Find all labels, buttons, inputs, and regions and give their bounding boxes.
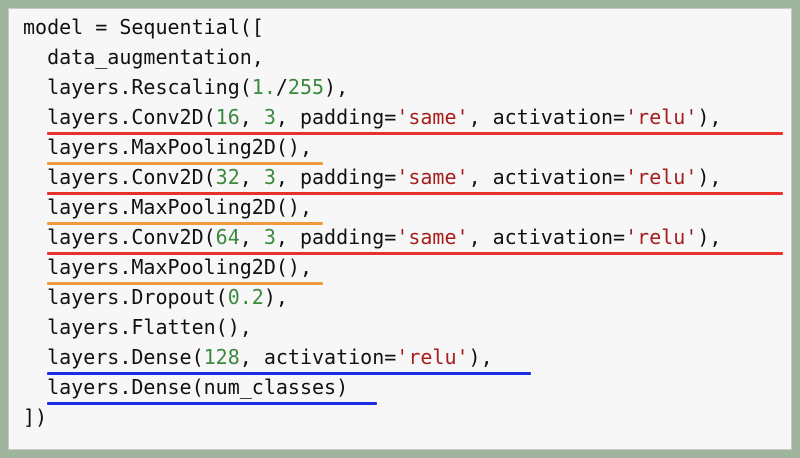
code-text: , padding=	[275, 225, 397, 249]
code-text: ),	[697, 225, 722, 249]
code-line-5: layers.MaxPooling2D(),	[23, 133, 312, 161]
code-text: , activation=	[468, 105, 626, 129]
code-text: , activation=	[468, 165, 626, 189]
code-text: , padding=	[275, 105, 397, 129]
code-text: ),	[468, 345, 493, 369]
code-text: layers.MaxPooling2D(),	[23, 255, 312, 279]
code-line-4: layers.Conv2D(16, 3, padding='same', act…	[23, 103, 721, 131]
code-text: ),	[324, 75, 349, 99]
code-text: , padding=	[275, 165, 397, 189]
code-text: ,	[239, 105, 264, 129]
code-text: layers.MaxPooling2D(),	[23, 195, 312, 219]
code-line-11: layers.Flatten(),	[23, 313, 252, 341]
code-text: model = Sequential([	[23, 15, 264, 39]
code-text: ),	[263, 285, 288, 309]
code-line-12: layers.Dense(128, activation='relu'),	[23, 343, 493, 371]
code-text: layers.Rescaling(	[23, 75, 252, 99]
code-line-9: layers.MaxPooling2D(),	[23, 253, 312, 281]
string-literal: 'relu'	[625, 165, 698, 189]
number-literal: 64	[215, 225, 240, 249]
dense-underline	[47, 402, 377, 405]
code-text: layers.Dropout(	[23, 285, 228, 309]
string-literal: 'same'	[396, 225, 469, 249]
code-text: layers.Conv2D(	[23, 225, 216, 249]
string-literal: 'relu'	[625, 225, 698, 249]
code-text: layers.MaxPooling2D(),	[23, 135, 312, 159]
string-literal: 'same'	[396, 105, 469, 129]
number-literal: 3	[263, 225, 276, 249]
code-text: , activation=	[239, 345, 397, 369]
number-literal: 0.2	[227, 285, 264, 309]
number-literal: 3	[263, 165, 276, 189]
code-line-13: layers.Dense(num_classes)	[23, 373, 348, 401]
string-literal: 'relu'	[625, 105, 698, 129]
string-literal: 'same'	[396, 165, 469, 189]
code-text: layers.Flatten(),	[23, 315, 252, 339]
code-text: layers.Dense(num_classes)	[23, 375, 349, 399]
number-literal: 16	[215, 105, 240, 129]
code-line-3: layers.Rescaling(1./255),	[23, 73, 348, 101]
code-text: ,	[239, 225, 264, 249]
code-text: ,	[239, 165, 264, 189]
code-line-7: layers.MaxPooling2D(),	[23, 193, 312, 221]
number-literal: 255	[287, 75, 325, 99]
number-literal: 1.	[251, 75, 276, 99]
code-line-1: model = Sequential([	[23, 13, 264, 41]
string-literal: 'relu'	[396, 345, 469, 369]
code-text: ),	[697, 165, 722, 189]
code-line-6: layers.Conv2D(32, 3, padding='same', act…	[23, 163, 721, 191]
code-text: ),	[697, 105, 722, 129]
screenshot-frame: model = Sequential([ data_augmentation, …	[0, 0, 800, 458]
number-literal: 32	[215, 165, 240, 189]
number-literal: 128	[203, 345, 240, 369]
code-text: layers.Conv2D(	[23, 165, 216, 189]
code-text: layers.Conv2D(	[23, 105, 216, 129]
code-line-8: layers.Conv2D(64, 3, padding='same', act…	[23, 223, 721, 251]
code-line-14: ])	[23, 403, 47, 431]
code-text: , activation=	[468, 225, 626, 249]
code-block: model = Sequential([ data_augmentation, …	[8, 8, 792, 450]
code-text: data_augmentation,	[23, 45, 264, 69]
code-text: /	[275, 75, 288, 99]
code-line-10: layers.Dropout(0.2),	[23, 283, 288, 311]
code-text: ])	[23, 405, 48, 429]
code-text: layers.Dense(	[23, 345, 204, 369]
number-literal: 3	[263, 105, 276, 129]
code-line-2: data_augmentation,	[23, 43, 264, 71]
